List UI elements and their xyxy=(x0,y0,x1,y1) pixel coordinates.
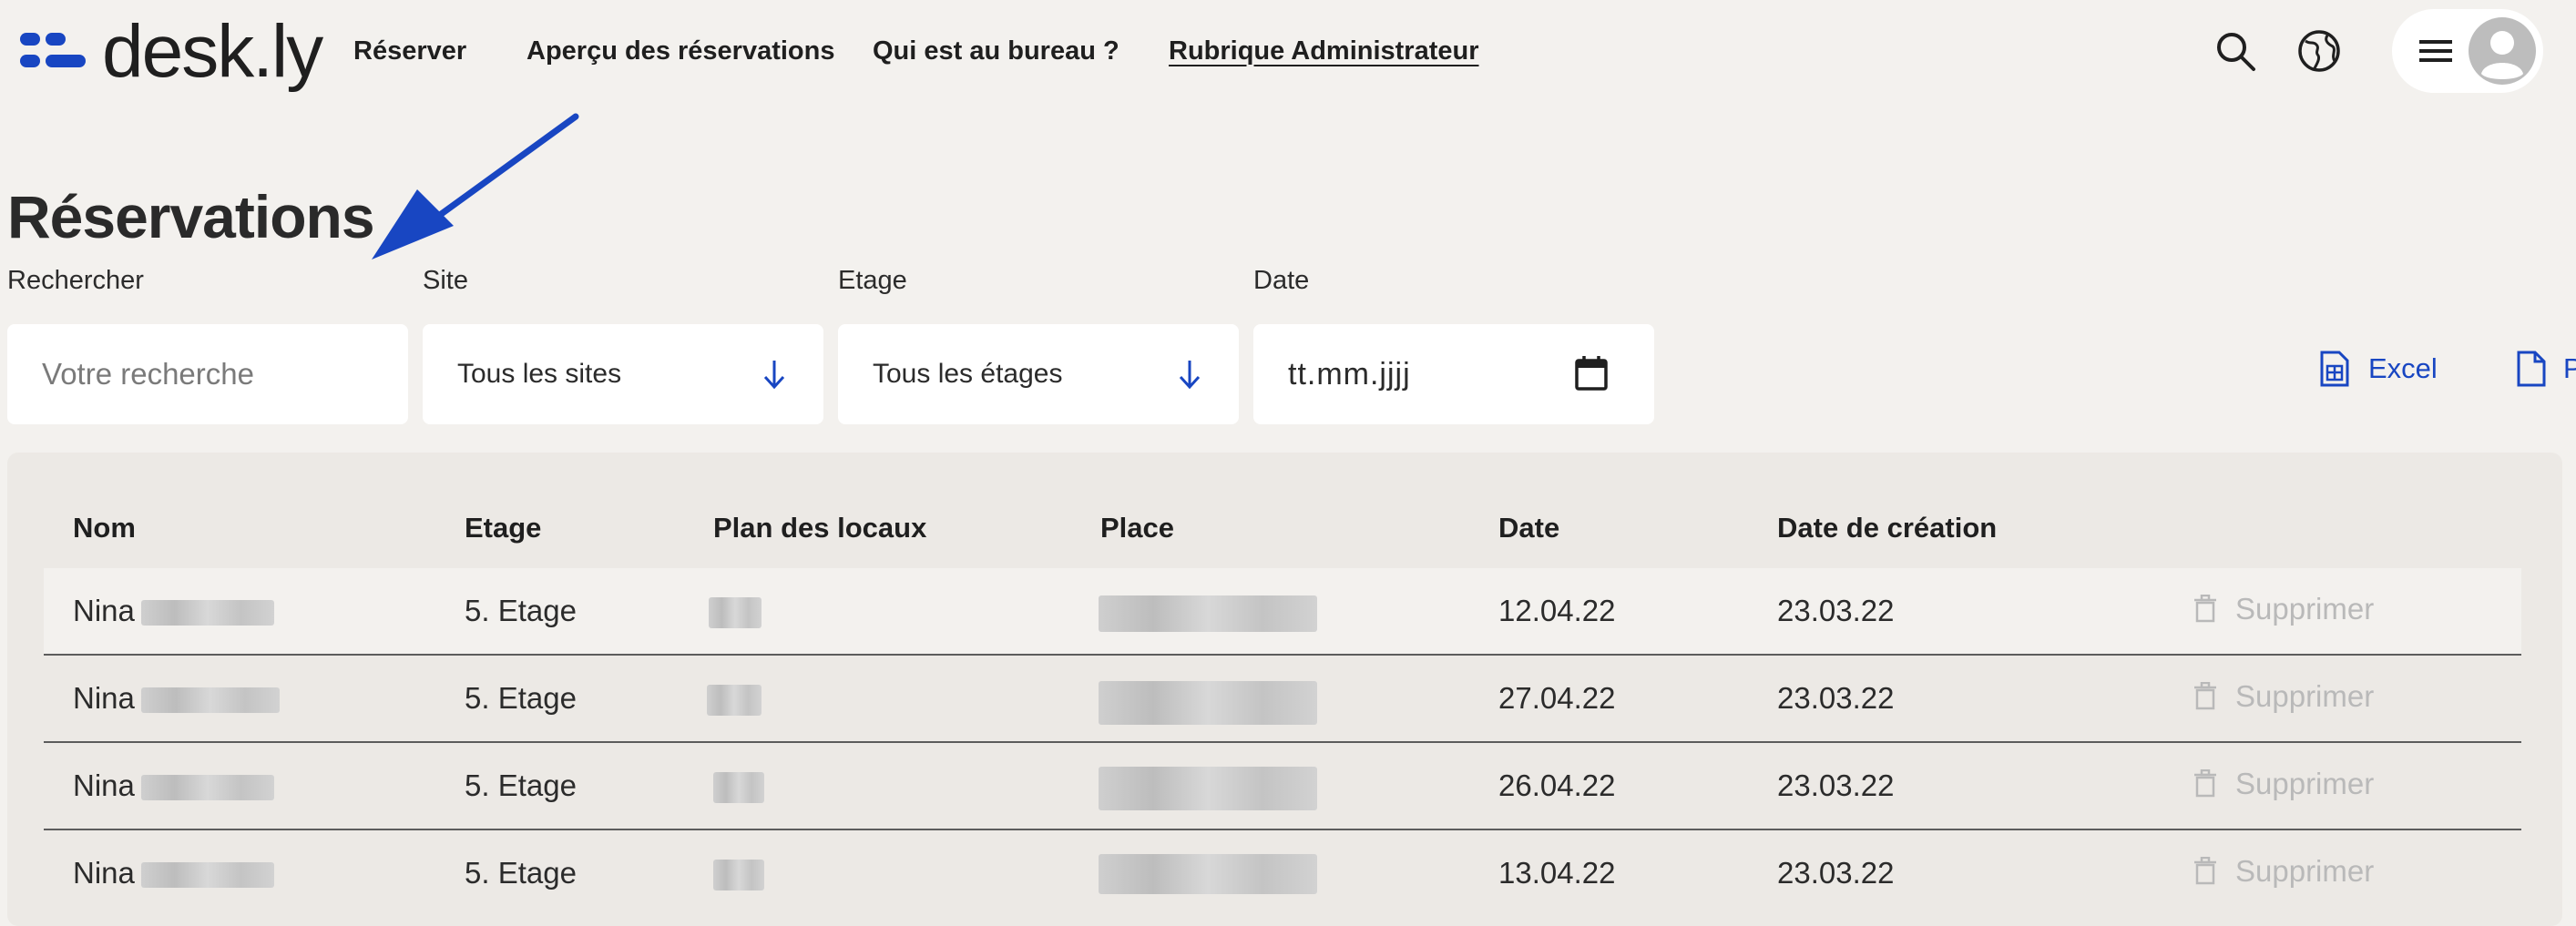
floor-label: Etage xyxy=(838,266,907,295)
trash-icon xyxy=(2194,595,2216,623)
search-icon xyxy=(2217,33,2255,71)
globe-icon xyxy=(2298,30,2340,72)
cell-name: Nina xyxy=(73,768,135,802)
page-title: Réservations xyxy=(7,183,375,250)
delete-button[interactable]: Supprimer xyxy=(2193,592,2374,626)
redacted-place xyxy=(1099,681,1317,725)
row-divider xyxy=(44,741,2521,743)
search-placeholder: Votre recherche xyxy=(42,357,254,391)
cell-date: 26.04.22 xyxy=(1498,768,1616,802)
column-header-plan[interactable]: Plan des locaux xyxy=(713,512,926,544)
column-header-etage[interactable]: Etage xyxy=(465,512,541,544)
cell-created: 23.03.22 xyxy=(1777,856,1895,890)
nav-rubrique-administrateur[interactable]: Rubrique Administrateur xyxy=(1169,31,1479,71)
row-divider xyxy=(44,829,2521,830)
trash-icon xyxy=(2194,769,2216,798)
cell-created: 23.03.22 xyxy=(1777,681,1895,715)
site-label: Site xyxy=(423,266,468,295)
annotation-arrow xyxy=(372,113,579,259)
export-excel-label: Excel xyxy=(2368,352,2438,384)
delete-button[interactable]: Supprimer xyxy=(2193,854,2374,889)
trash-icon xyxy=(2194,857,2216,885)
redacted-surname xyxy=(141,862,274,888)
redacted-place xyxy=(1099,767,1317,810)
row-divider xyxy=(44,654,2521,656)
brand-name: desk.ly xyxy=(102,10,323,93)
redacted-surname xyxy=(141,687,280,713)
cell-floor: 5. Etage xyxy=(465,681,577,715)
cell-floor: 5. Etage xyxy=(465,594,577,627)
redacted-plan xyxy=(713,860,764,890)
search-input[interactable]: Votre recherche xyxy=(7,324,408,424)
cell-date: 27.04.22 xyxy=(1498,681,1616,715)
cell-name: Nina xyxy=(73,681,135,715)
search-button[interactable] xyxy=(2210,25,2261,76)
hamburger-icon xyxy=(2419,40,2452,62)
redacted-plan xyxy=(707,685,762,716)
date-label: Date xyxy=(1253,266,1310,295)
cell-name: Nina xyxy=(73,594,135,627)
date-input-value: tt.mm.jjjj xyxy=(1288,356,1411,392)
nav-reserver[interactable]: Réserver xyxy=(353,31,466,71)
redacted-place xyxy=(1099,595,1317,632)
avatar-icon xyxy=(2469,17,2536,85)
redacted-plan xyxy=(709,597,762,628)
cell-date: 12.04.22 xyxy=(1498,594,1616,627)
floor-select[interactable]: Tous les étages xyxy=(838,324,1239,424)
arrow-down-icon xyxy=(763,361,785,390)
export-pdf-button[interactable]: Pdf xyxy=(2516,350,2576,388)
site-select-value: Tous les sites xyxy=(457,359,622,389)
cell-name: Nina xyxy=(73,856,135,890)
calendar-icon[interactable] xyxy=(1574,355,1609,392)
search-label: Rechercher xyxy=(7,266,144,295)
column-header-date[interactable]: Date xyxy=(1498,512,1559,544)
column-header-place[interactable]: Place xyxy=(1100,512,1174,544)
delete-button[interactable]: Supprimer xyxy=(2193,767,2374,801)
nav-qui-est-au-bureau[interactable]: Qui est au bureau ? xyxy=(873,31,1119,71)
cell-created: 23.03.22 xyxy=(1777,768,1895,802)
cell-floor: 5. Etage xyxy=(465,856,577,890)
arrow-down-icon xyxy=(1179,361,1201,390)
export-excel-button[interactable]: Excel xyxy=(2319,350,2438,388)
export-pdf-label: Pdf xyxy=(2563,352,2576,384)
delete-button[interactable]: Supprimer xyxy=(2193,679,2374,714)
nav-apercu-reservations[interactable]: Aperçu des réservations xyxy=(526,31,834,71)
redacted-surname xyxy=(141,600,274,626)
column-header-nom[interactable]: Nom xyxy=(73,512,136,544)
logo-mark-icon xyxy=(20,29,89,75)
redacted-plan xyxy=(713,772,764,803)
cell-date: 13.04.22 xyxy=(1498,856,1616,890)
user-menu-button[interactable] xyxy=(2392,9,2543,93)
redacted-place xyxy=(1099,854,1317,894)
redacted-surname xyxy=(141,775,274,800)
site-select[interactable]: Tous les sites xyxy=(423,324,823,424)
trash-icon xyxy=(2194,682,2216,710)
cell-created: 23.03.22 xyxy=(1777,594,1895,627)
floor-select-value: Tous les étages xyxy=(873,359,1063,389)
brand-logo[interactable]: desk.ly xyxy=(20,10,323,93)
document-icon xyxy=(2517,351,2546,387)
column-header-date-creation[interactable]: Date de création xyxy=(1777,512,1997,544)
language-button[interactable] xyxy=(2294,25,2345,76)
cell-floor: 5. Etage xyxy=(465,768,577,802)
spreadsheet-icon xyxy=(2320,351,2349,387)
date-input[interactable]: tt.mm.jjjj xyxy=(1253,324,1654,424)
